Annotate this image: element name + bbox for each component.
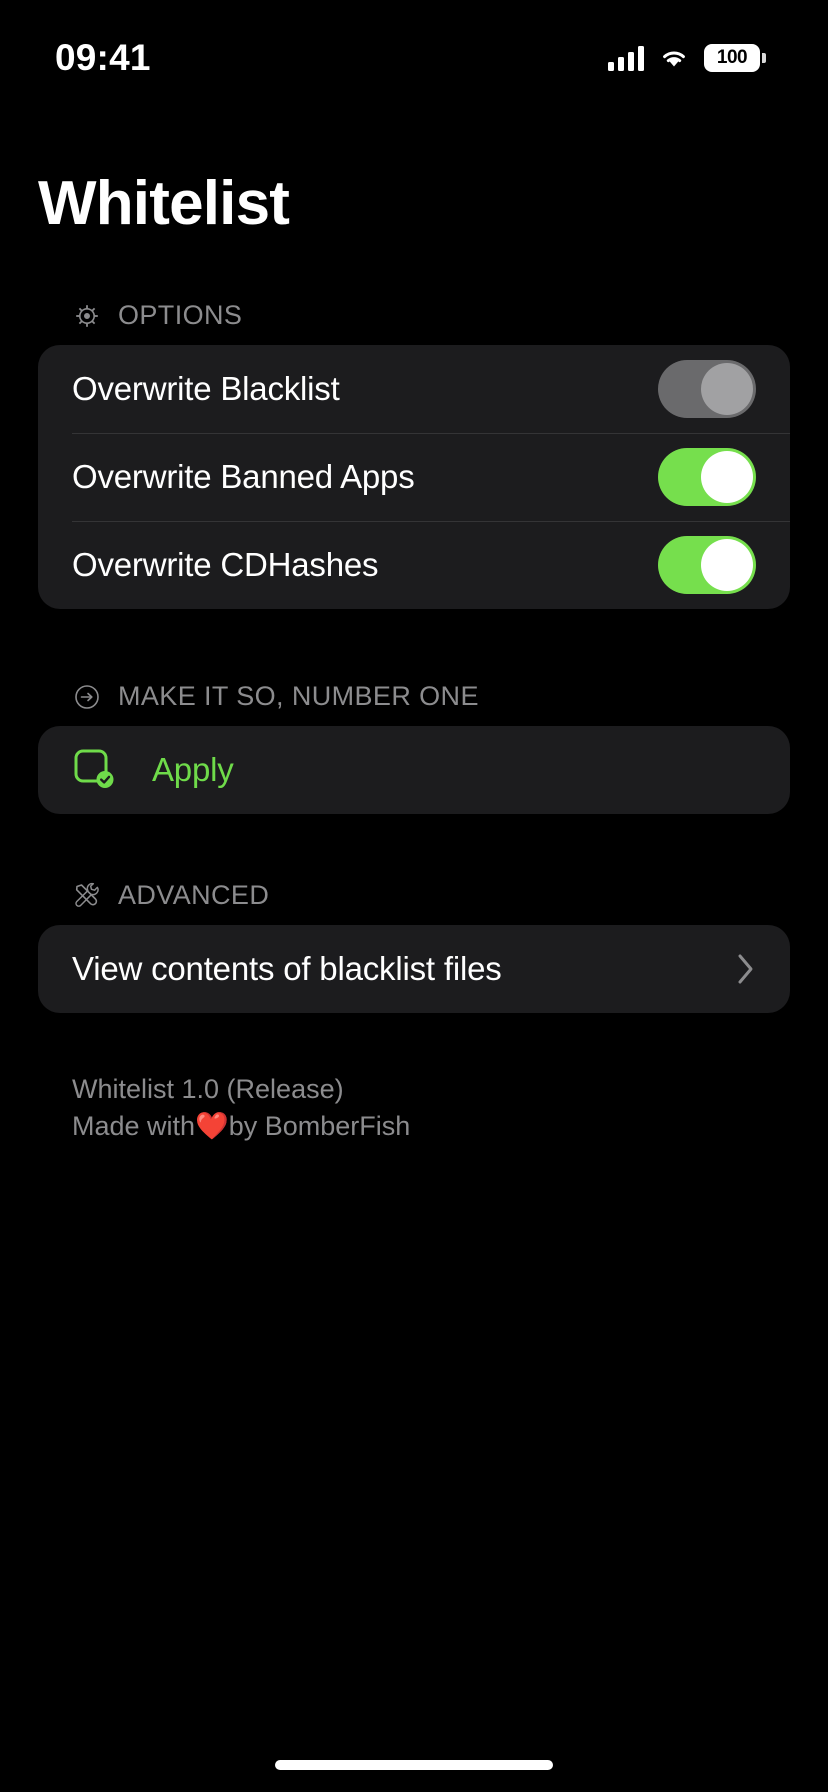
status-bar-indicators: 100 (608, 44, 766, 72)
section-apply: MAKE IT SO, NUMBER ONE Apply (0, 681, 828, 814)
section-options: OPTIONS Overwrite Blacklist Overwrite Ba… (0, 300, 828, 609)
row-label: Overwrite CDHashes (72, 546, 379, 583)
wrench-screwdriver-icon (75, 882, 99, 907)
section-header-label: MAKE IT SO, NUMBER ONE (118, 681, 479, 711)
row-label: Overwrite Blacklist (72, 370, 340, 407)
app-checkmark-icon (74, 749, 114, 788)
section-header-apply: MAKE IT SO, NUMBER ONE (0, 681, 828, 726)
apply-button-label: Apply (152, 751, 234, 788)
section-header-options: OPTIONS (0, 300, 828, 345)
row-overwrite-blacklist[interactable]: Overwrite Blacklist (38, 345, 790, 433)
wifi-icon (663, 51, 685, 67)
row-overwrite-cdhashes[interactable]: Overwrite CDHashes (38, 521, 790, 609)
row-label: View contents of blacklist files (72, 950, 502, 987)
options-card: Overwrite Blacklist Overwrite Banned App… (38, 345, 790, 609)
arrow-right-circle-icon (75, 684, 99, 709)
status-bar: 09:41 100 (0, 0, 828, 104)
row-overwrite-banned-apps[interactable]: Overwrite Banned Apps (38, 433, 790, 521)
home-indicator[interactable] (275, 1760, 553, 1770)
toggle-knob (701, 539, 753, 591)
app-version-label: Whitelist 1.0 (Release) (72, 1074, 344, 1104)
chevron-right-icon (738, 954, 753, 984)
app-footer: Whitelist 1.0 (Release) Made with ❤️ by … (0, 1013, 828, 1146)
row-view-blacklist-files[interactable]: View contents of blacklist files (38, 925, 790, 1013)
section-header-label: OPTIONS (118, 300, 243, 330)
battery-full-icon: 100 (704, 44, 766, 72)
status-bar-clock: 09:41 (55, 37, 151, 78)
credit-suffix: by BomberFish (228, 1111, 411, 1142)
row-apply[interactable]: Apply (38, 726, 790, 814)
phone-screen: 09:41 100 Whitelist OPTIONS Overwrite Bl… (0, 0, 828, 1792)
app-credit-line: Made with ❤️ by BomberFish (72, 1108, 828, 1145)
section-advanced: ADVANCED View contents of blacklist file… (0, 880, 828, 1013)
gear-icon (76, 304, 98, 327)
cellular-bars-icon (608, 45, 644, 71)
section-header-advanced: ADVANCED (0, 880, 828, 925)
toggle-overwrite-cdhashes[interactable] (658, 536, 756, 594)
toggle-overwrite-banned-apps[interactable] (658, 448, 756, 506)
advanced-card: View contents of blacklist files (38, 925, 790, 1013)
battery-percent-label: 100 (716, 47, 748, 68)
section-header-label: ADVANCED (118, 880, 270, 910)
toggle-knob (701, 363, 753, 415)
toggle-knob (701, 451, 753, 503)
apply-card: Apply (38, 726, 790, 814)
toggle-overwrite-blacklist[interactable] (658, 360, 756, 418)
heart-icon: ❤️ (195, 1111, 229, 1142)
row-label: Overwrite Banned Apps (72, 458, 415, 495)
page-title: Whitelist (38, 169, 290, 238)
credit-prefix: Made with (72, 1111, 196, 1142)
settings-content: OPTIONS Overwrite Blacklist Overwrite Ba… (0, 300, 828, 1146)
